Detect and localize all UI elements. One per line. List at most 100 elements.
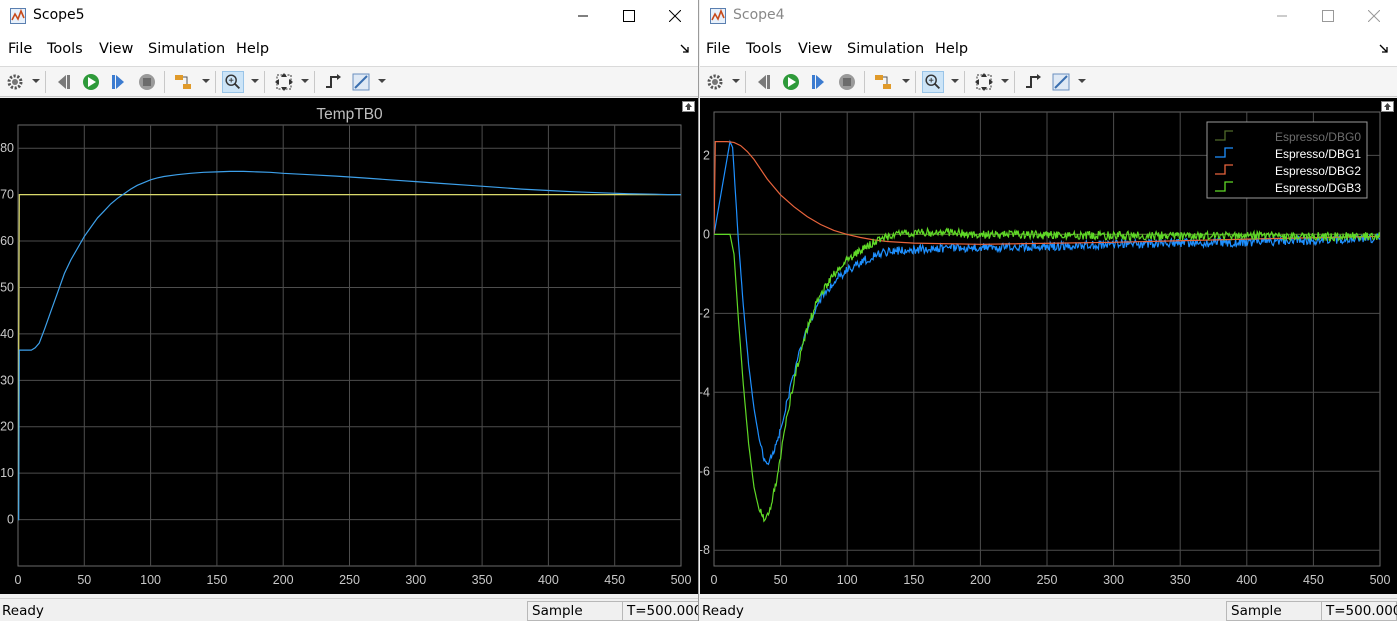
close-button[interactable] — [1351, 0, 1397, 32]
legend: Espresso/DBG0 Espresso/DBG1 Espresso/DBG2 E… — [1206, 121, 1368, 199]
menu-help[interactable]: Help — [236, 41, 269, 57]
maximize-icon — [1322, 10, 1334, 22]
toolbar-separator — [164, 71, 165, 93]
menu-view[interactable]: View — [798, 41, 832, 57]
y-tick-label: 2 — [703, 148, 710, 162]
highlight-blocks-icon[interactable] — [872, 71, 894, 93]
menu-file[interactable]: File — [706, 41, 730, 57]
triggers-icon[interactable] — [322, 71, 344, 93]
x-tick-label: 200 — [970, 573, 991, 587]
dock-arrow-icon[interactable] — [1379, 44, 1389, 54]
status-sample-mode: Sample based — [1226, 601, 1322, 621]
dropdown-arrow-icon[interactable] — [902, 77, 910, 85]
run-icon[interactable] — [80, 71, 102, 93]
x-tick-label: 150 — [206, 573, 227, 587]
dropdown-arrow-icon[interactable] — [202, 77, 210, 85]
y-tick-label: 50 — [0, 280, 14, 294]
status-time: T=500.000 — [622, 601, 698, 621]
dropdown-arrow-icon[interactable] — [32, 77, 40, 85]
x-tick-label: 100 — [837, 573, 858, 587]
dropdown-arrow-icon[interactable] — [1001, 77, 1009, 85]
minimize-icon — [578, 15, 588, 17]
measurements-icon[interactable] — [350, 71, 372, 93]
step-forward-icon[interactable] — [108, 71, 130, 93]
step-back-icon[interactable] — [752, 71, 774, 93]
dropdown-arrow-icon[interactable] — [732, 77, 740, 85]
autoscale-icon[interactable] — [273, 71, 295, 93]
run-icon[interactable] — [780, 71, 802, 93]
toolbar — [0, 66, 698, 97]
menu-file[interactable]: File — [8, 41, 32, 57]
menu-tools[interactable]: Tools — [746, 41, 782, 57]
y-tick-label: -6 — [700, 464, 710, 478]
x-tick-label: 450 — [1303, 573, 1324, 587]
x-tick-label: 400 — [1236, 573, 1257, 587]
scope4-chart[interactable]: 0 50 100 150 200 250 300 350 400 450 500 -8 -6 -4 -2 0 2… — [700, 98, 1397, 594]
x-tick-label: 100 — [140, 573, 161, 587]
toolbar — [700, 66, 1397, 97]
scope5-chart[interactable]: 0 50 100 150 200 250 300 350 400 450 500 0 10 20 30 40 5… — [0, 98, 699, 594]
menu-simulation[interactable]: Simulation — [148, 41, 225, 57]
dropdown-arrow-icon[interactable] — [251, 77, 259, 85]
x-tick-label: 50 — [774, 573, 788, 587]
close-icon — [669, 10, 681, 22]
zoom-in-icon[interactable] — [922, 71, 944, 93]
settings-gear-icon[interactable] — [4, 71, 26, 93]
menu-view[interactable]: View — [99, 41, 133, 57]
x-tick-label: 400 — [538, 573, 559, 587]
y-tick-label: 70 — [0, 188, 14, 202]
dropdown-arrow-icon[interactable] — [1078, 77, 1086, 85]
chart-title: TempTB0 — [316, 106, 383, 123]
autoscale-icon[interactable] — [973, 71, 995, 93]
close-icon — [1368, 10, 1380, 22]
status-ready: Ready — [2, 603, 44, 619]
toolbar-separator — [864, 71, 865, 93]
y-tick-label: 10 — [0, 466, 14, 480]
y-tick-label: 0 — [703, 227, 710, 241]
status-bar: Ready Sample based T=500.000 — [0, 598, 698, 621]
y-tick-label: 60 — [0, 234, 14, 248]
x-tick-label: 450 — [604, 573, 625, 587]
x-tick-label: 50 — [77, 573, 91, 587]
dropdown-arrow-icon[interactable] — [301, 77, 309, 85]
measurements-icon[interactable] — [1050, 71, 1072, 93]
legend-label: Espresso/DBG0 — [1275, 130, 1361, 144]
settings-gear-icon[interactable] — [704, 71, 726, 93]
step-forward-icon[interactable] — [808, 71, 830, 93]
stop-icon[interactable] — [136, 71, 158, 93]
dropdown-arrow-icon[interactable] — [378, 77, 386, 85]
undock-icon[interactable] — [682, 101, 695, 112]
legend-label: Espresso/DGB3 — [1275, 181, 1361, 195]
window-title: Scope4 — [733, 7, 785, 23]
toolbar-separator — [745, 71, 746, 93]
stop-icon[interactable] — [836, 71, 858, 93]
y-tick-label: 0 — [7, 513, 14, 527]
minimize-button[interactable] — [560, 0, 606, 32]
y-tick-label: -8 — [700, 543, 710, 557]
menu-help[interactable]: Help — [935, 41, 968, 57]
menu-simulation[interactable]: Simulation — [847, 41, 924, 57]
menu-tools[interactable]: Tools — [47, 41, 83, 57]
step-back-icon[interactable] — [52, 71, 74, 93]
x-tick-label: 300 — [1103, 573, 1124, 587]
undock-icon[interactable] — [1381, 101, 1394, 112]
x-tick-label: 200 — [273, 573, 294, 587]
status-time: T=500.000 — [1321, 601, 1397, 621]
highlight-blocks-icon[interactable] — [172, 71, 194, 93]
scope4-window: Scope4 File Tools View Simulation Help 0… — [700, 0, 1397, 621]
zoom-in-icon[interactable] — [222, 71, 244, 93]
y-tick-label: -4 — [700, 385, 710, 399]
dock-arrow-icon[interactable] — [680, 44, 690, 54]
triggers-icon[interactable] — [1022, 71, 1044, 93]
maximize-button[interactable] — [606, 0, 652, 32]
matlab-scope-icon — [710, 8, 726, 24]
toolbar-separator — [964, 71, 965, 93]
y-tick-label: 30 — [0, 373, 14, 387]
dropdown-arrow-icon[interactable] — [951, 77, 959, 85]
maximize-icon — [623, 10, 635, 22]
maximize-button[interactable] — [1305, 0, 1351, 32]
toolbar-separator — [1014, 71, 1015, 93]
close-button[interactable] — [652, 0, 698, 32]
minimize-button[interactable] — [1259, 0, 1305, 32]
y-tick-label: 20 — [0, 420, 14, 434]
